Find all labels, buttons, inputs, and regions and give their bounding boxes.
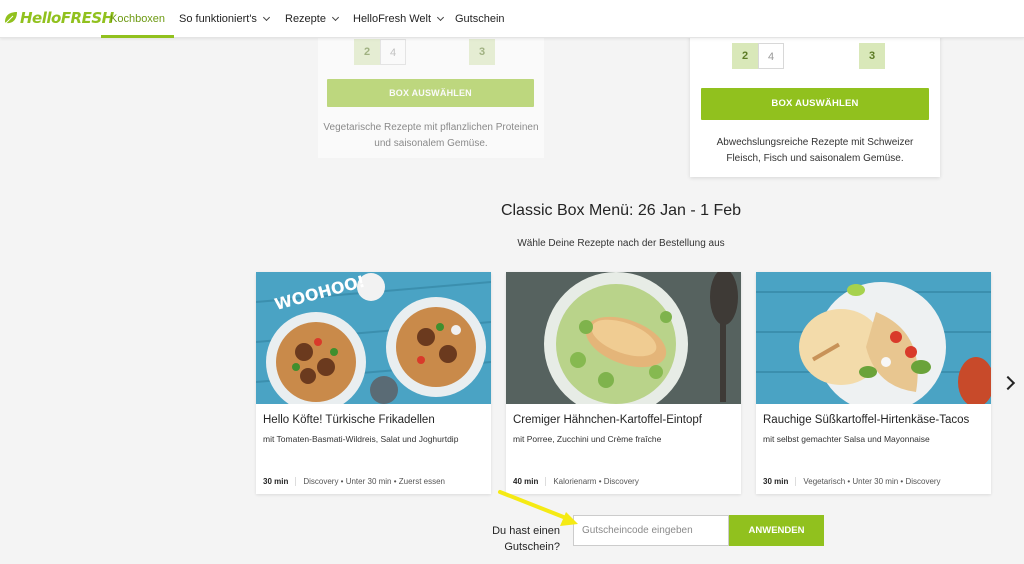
chevron-down-icon [437, 13, 445, 22]
recipe-title: Cremiger Hähnchen-Kartoffel-Eintopf [513, 414, 702, 426]
nav-item-rezepte[interactable]: Rezepte [285, 0, 340, 38]
logo-text: HelloFRESH [20, 9, 114, 27]
leaf-icon [5, 12, 17, 24]
recipe-image: WOOHOO! [256, 272, 491, 404]
select-box-button[interactable]: BOX AUSWÄHLEN [327, 79, 534, 107]
recipe-tags: Discovery • Unter 30 min • Zuerst essen [303, 477, 445, 486]
recipe-card[interactable]: WOOHOO! Hello Köfte! Türkische Frikadell… [256, 272, 491, 494]
recipe-subtitle: mit Tomaten-Basmati-Wildreis, Salat und … [263, 434, 459, 444]
recipe-tags: Vegetarisch • Unter 30 min • Discovery [803, 477, 941, 486]
people-option-2[interactable]: 2 [354, 39, 380, 65]
carousel-next-arrow-icon[interactable] [1000, 375, 1016, 391]
hellofresh-logo[interactable]: HelloFRESH [4, 9, 114, 27]
nav-item-label: Rezepte [285, 13, 326, 25]
recipe-title: Hello Köfte! Türkische Frikadellen [263, 414, 435, 426]
recipe-time: 30 min [263, 477, 297, 486]
recipe-image [506, 272, 741, 404]
nav-item-label: Gutschein [455, 13, 505, 25]
plan-description: Abwechslungsreiche Rezepte mit Schweizer… [716, 137, 914, 164]
recipe-tags: Kalorienarm • Discovery [553, 477, 639, 486]
menu-subtitle: Wähle Deine Rezepte nach der Bestellung … [517, 238, 725, 249]
recipe-meta: 30 min Vegetarisch • Unter 30 min • Disc… [763, 477, 941, 486]
nav-item-kochboxen[interactable]: Kochboxen [101, 0, 175, 38]
people-option-2[interactable]: 2 [732, 43, 758, 69]
recipe-subtitle: mit selbst gemachter Salsa und Mayonnais… [763, 434, 930, 444]
plan-card-classic: 2 4 3 BOX AUSWÄHLEN Abwechslungsreiche R… [690, 30, 940, 177]
plan-description: Vegetarische Rezepte mit pflanzlichen Pr… [323, 122, 539, 149]
people-option-4[interactable]: 4 [380, 39, 406, 65]
nav-item-so-funktionierts[interactable]: So funktioniert's [179, 0, 270, 38]
recipe-image [756, 272, 991, 404]
nav-item-hellofresh-welt[interactable]: HelloFresh Welt [353, 0, 445, 38]
nav-item-label: HelloFresh Welt [353, 13, 432, 25]
recipe-card[interactable]: Cremiger Hähnchen-Kartoffel-Eintopf mit … [506, 272, 741, 494]
nav-item-gutschein[interactable]: Gutschein [455, 0, 505, 38]
recipe-meta: 30 min Discovery • Unter 30 min • Zuerst… [263, 477, 445, 486]
voucher-code-input[interactable] [573, 515, 729, 546]
plan-card-veggie: 2 4 3 BOX AUSWÄHLEN Vegetarische Rezepte… [318, 30, 544, 158]
recipe-meta: 40 min Kalorienarm • Discovery [513, 477, 639, 486]
apply-voucher-button[interactable]: ANWENDEN [729, 515, 824, 546]
voucher-label: Du hast einen Gutschein? [492, 525, 560, 553]
recipe-title: Rauchige Süßkartoffel-Hirtenkäse-Tacos [763, 414, 970, 426]
chevron-down-icon [262, 13, 270, 22]
chevron-down-icon [331, 13, 340, 22]
nav-item-label: Kochboxen [110, 13, 166, 25]
recipe-time: 40 min [513, 477, 547, 486]
recipes-option-3[interactable]: 3 [469, 39, 495, 65]
recipes-option-3[interactable]: 3 [859, 43, 885, 69]
menu-title: Classic Box Menü: 26 Jan - 1 Feb [500, 202, 742, 219]
recipe-time: 30 min [763, 477, 797, 486]
people-option-4[interactable]: 4 [758, 43, 784, 69]
recipe-subtitle: mit Porree, Zucchini und Crème fraîche [513, 434, 662, 444]
top-navigation: HelloFRESH Kochboxen So funktioniert's R… [0, 0, 1024, 38]
nav-item-label: So funktioniert's [179, 13, 257, 25]
select-box-button[interactable]: BOX AUSWÄHLEN [701, 88, 929, 120]
recipe-card[interactable]: Rauchige Süßkartoffel-Hirtenkäse-Tacos m… [756, 272, 991, 494]
